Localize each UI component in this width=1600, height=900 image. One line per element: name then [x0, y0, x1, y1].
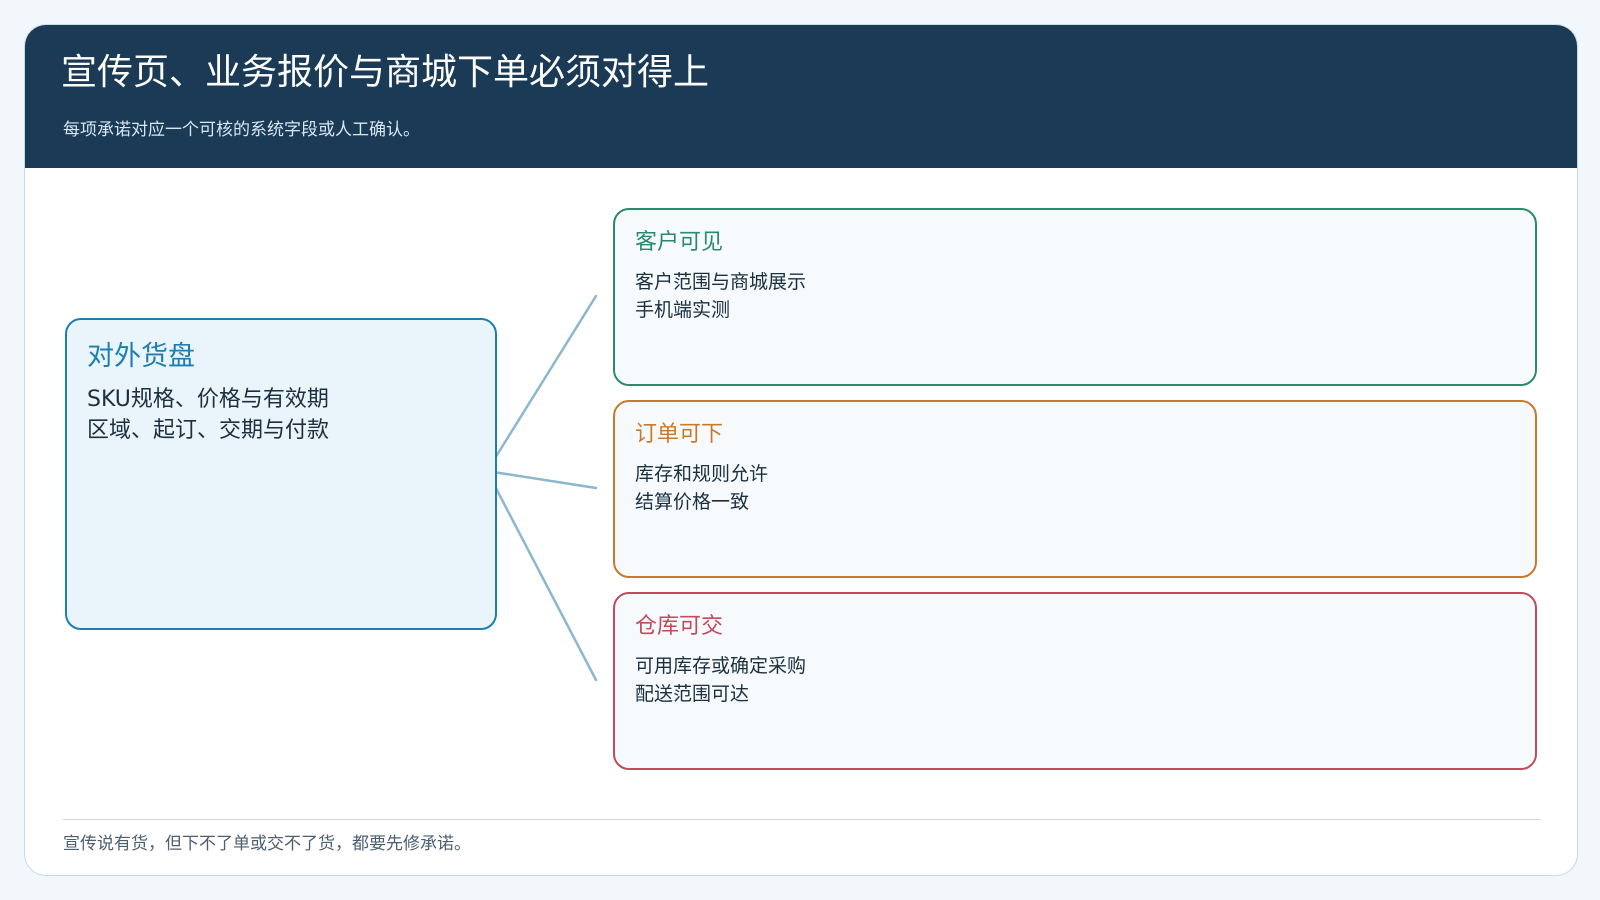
footer-divider [63, 819, 1541, 820]
slide-frame: 宣传页、业务报价与商城下单必须对得上 每项承诺对应一个可核的系统字段或人工确认。… [24, 24, 1578, 876]
target-node-line: 可用库存或确定采购 [635, 655, 807, 677]
source-node-external-offer: 对外货盘 SKU规格、价格与有效期 区域、起订、交期与付款 [65, 318, 497, 630]
target-node-customer-visible: 客户可见 客户范围与商城展示 手机端实测 [613, 208, 1537, 386]
source-node-line: 区域、起订、交期与付款 [87, 418, 330, 443]
source-node-line: SKU规格、价格与有效期 [87, 387, 329, 412]
target-node-warehouse-deliverable: 仓库可交 可用库存或确定采购 配送范围可达 [613, 592, 1537, 770]
connector-to-customer-visible [485, 294, 598, 473]
source-node-title: 对外货盘 [87, 341, 195, 372]
target-node-line: 配送范围可达 [635, 683, 750, 705]
target-node-title: 订单可下 [635, 422, 724, 447]
target-node-title: 仓库可交 [635, 614, 724, 639]
target-node-lines: 库存和规则允许 结算价格一致 [635, 460, 768, 516]
target-node-line: 手机端实测 [635, 299, 731, 321]
target-node-line: 客户范围与商城展示 [635, 271, 807, 293]
source-node-lines: SKU规格、价格与有效期 区域、起订、交期与付款 [87, 384, 329, 446]
target-node-lines: 客户范围与商城展示 手机端实测 [635, 268, 806, 324]
target-node-order-placeable: 订单可下 库存和规则允许 结算价格一致 [613, 400, 1537, 578]
target-node-title: 客户可见 [635, 230, 724, 255]
connector-to-warehouse-deliverable [485, 469, 598, 682]
connector-to-order-placeable [485, 469, 598, 490]
footer-note: 宣传说有货，但下不了单或交不了货，都要先修承诺。 [63, 834, 471, 854]
target-node-line: 库存和规则允许 [635, 463, 769, 485]
target-node-line: 结算价格一致 [635, 491, 750, 513]
target-node-lines: 可用库存或确定采购 配送范围可达 [635, 652, 806, 708]
